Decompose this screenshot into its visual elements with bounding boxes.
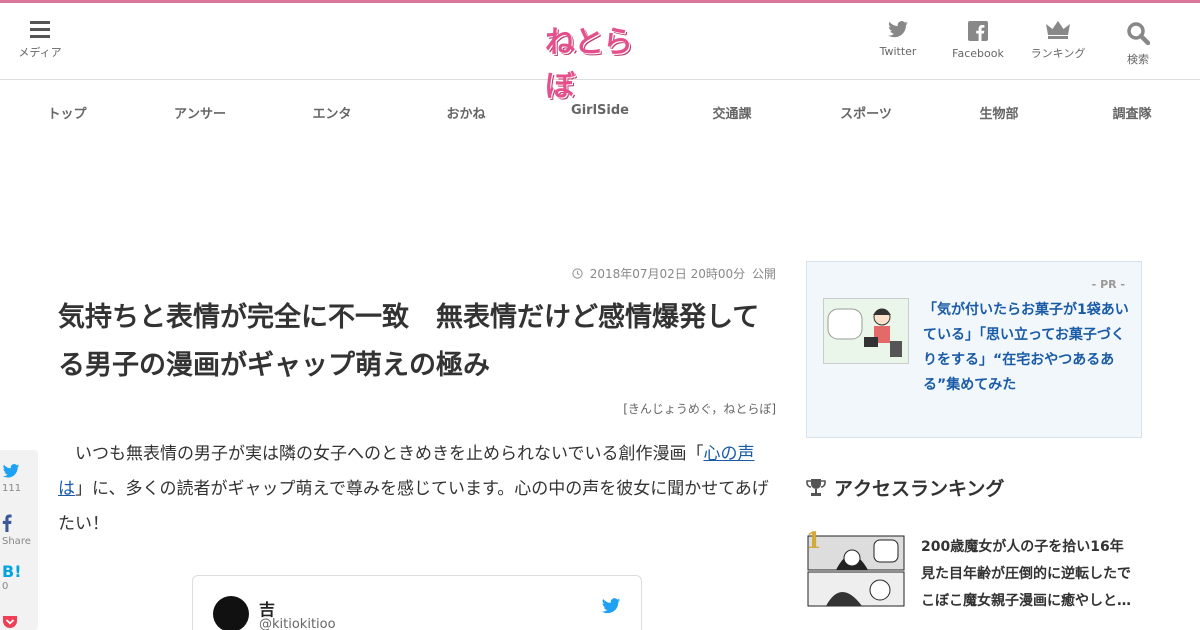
ranking-label: ランキング: [1030, 47, 1086, 60]
nav-item-girlside[interactable]: GirlSide: [571, 103, 629, 118]
tweet-embed[interactable]: 吉 @kitiokitioo: [192, 575, 642, 630]
media-menu-button[interactable]: メディア: [12, 21, 68, 60]
ranking-item-1-title[interactable]: 200歳魔女が人の子を拾い16年 見た目年齢が圧倒的に逆転したでこぼこ魔女親子漫…: [921, 534, 1141, 615]
facebook-share-label: Share: [2, 536, 31, 547]
lead-text-pre: いつも無表情の男子が実は隣の女子へのときめきを止められないでいる創作漫画「: [75, 444, 704, 464]
search-label: 検索: [1127, 53, 1149, 66]
lead-text-post: 」に、多くの読者がギャップ萌えで尊みを感じています。心の中の声を彼女に聞かせてあ…: [58, 479, 769, 534]
publish-date-suffix: 公開: [751, 267, 776, 281]
header-icon-links: Twitter Facebook ランキング 検索: [858, 21, 1178, 67]
nav-item-koutsuka[interactable]: 交通課: [712, 103, 751, 122]
article-byline: [きんじょうめぐ，ねとらぼ]: [623, 402, 776, 416]
twitter-icon: [2, 464, 20, 478]
ranking-link[interactable]: ランキング: [1018, 21, 1098, 67]
ranking-number-1: 1: [806, 528, 822, 554]
article-title: 気持ちと表情が完全に不一致 無表情だけど感情爆発してる男子の漫画がギャップ萌えの…: [58, 302, 760, 381]
media-menu-label: メディア: [18, 46, 62, 59]
search-icon: [1127, 22, 1150, 45]
facebook-label: Facebook: [952, 47, 1004, 60]
hamburger-icon: [30, 21, 50, 39]
search-link[interactable]: 検索: [1098, 21, 1178, 67]
share-hatena-button[interactable]: B! 0: [0, 562, 38, 592]
hatena-bookmark-icon: B!: [2, 562, 22, 581]
site-logo[interactable]: ねとらぼ: [545, 17, 657, 104]
article-lead: いつも無表情の男子が実は隣の女子へのときめきを止められないでいる創作漫画「心の声…: [58, 437, 776, 542]
trophy-icon: [806, 478, 826, 496]
hatena-share-count: 0: [2, 581, 9, 592]
nav-item-okane[interactable]: おかね: [446, 103, 485, 122]
nav-item-answer[interactable]: アンサー: [174, 103, 226, 122]
tweet-author-handle[interactable]: @kitiokitioo: [259, 617, 336, 630]
twitter-share-count: 111: [2, 483, 22, 494]
pr-illustration: [827, 308, 902, 357]
share-twitter-button[interactable]: 111: [0, 464, 38, 494]
nav-item-enta[interactable]: エンタ: [312, 103, 351, 122]
twitter-icon: [888, 21, 908, 38]
pr-box[interactable]: - PR - 「気が付いたらお菓子が1袋あいている」「思い立ってお菓子づくりをす…: [806, 261, 1142, 438]
pr-thumbnail[interactable]: [823, 298, 909, 364]
nav-item-chousatai[interactable]: 調査隊: [1112, 103, 1151, 122]
ranking-heading: アクセスランキング: [806, 474, 1004, 501]
ranking-title: アクセスランキング: [834, 478, 1005, 500]
publish-date: 2018年07月02日 20時00分 公開: [572, 265, 776, 282]
twitter-link[interactable]: Twitter: [858, 21, 938, 67]
facebook-f-icon: [2, 514, 12, 532]
publish-date-value: 2018年07月02日 20時00分: [589, 267, 746, 281]
pocket-icon: [3, 616, 17, 628]
twitter-label: Twitter: [879, 45, 917, 58]
clock-icon: [572, 268, 583, 279]
share-facebook-button[interactable]: Share: [0, 514, 38, 547]
pr-label: - PR -: [1091, 278, 1125, 291]
share-rail: 111 Share B! 0: [0, 450, 38, 630]
nav-item-sports[interactable]: スポーツ: [840, 103, 892, 122]
share-pocket-button[interactable]: [0, 614, 38, 630]
pr-article-link[interactable]: 「気が付いたらお菓子が1袋あいている」「思い立ってお菓子づくりをする」“在宅おや…: [923, 298, 1131, 398]
category-nav: トップ アンサー エンタ おかね GirlSide 交通課 スポーツ 生物部 調…: [0, 81, 1200, 141]
facebook-icon: [968, 21, 988, 41]
twitter-bird-icon[interactable]: [601, 598, 621, 615]
nav-item-top[interactable]: トップ: [47, 103, 86, 122]
nav-item-seibutsubu[interactable]: 生物部: [979, 103, 1018, 122]
avatar[interactable]: [213, 596, 249, 630]
site-header: メディア ねとらぼ Twitter Facebook ランキング 検索: [0, 3, 1200, 104]
facebook-link[interactable]: Facebook: [938, 21, 1018, 67]
crown-icon: [1046, 21, 1070, 39]
